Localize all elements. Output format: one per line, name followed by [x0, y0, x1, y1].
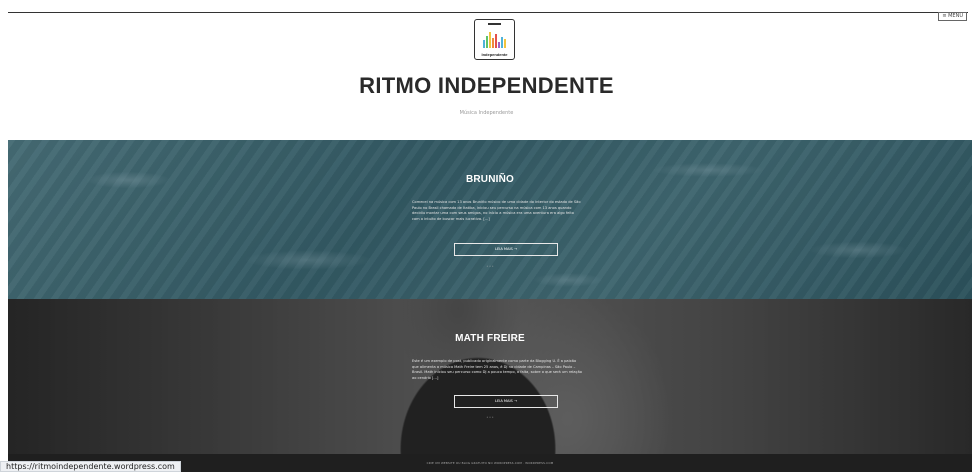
post-card-bruninho: BRUNIÑO Comecei na música com 13 anos Br…	[8, 140, 972, 299]
top-divider	[8, 12, 968, 13]
browser-status-url: https://ritmoindependente.wordpress.com	[0, 461, 181, 472]
menu-button[interactable]: ≡ MENU	[938, 12, 967, 21]
post-title[interactable]: BRUNIÑO	[8, 174, 972, 185]
post-title[interactable]: MATH FREIRE	[8, 333, 972, 344]
read-more-button[interactable]: LEIA MAIS →	[454, 395, 558, 408]
logo-text: Independente	[481, 52, 508, 57]
site-title[interactable]: RITMO INDEPENDENTE	[0, 73, 973, 99]
site-logo[interactable]: Independente	[474, 19, 515, 60]
post-excerpt: Comecei na música com 13 anos Bruniño mú…	[412, 200, 581, 221]
post-card-math-freire: MATH FREIRE Este é um exemplo de post, p…	[8, 299, 972, 454]
equalizer-icon	[483, 30, 507, 48]
read-more-button[interactable]: LEIA MAIS →	[454, 243, 558, 256]
post-header: BRUNIÑO	[8, 174, 972, 185]
post-excerpt: Este é um exemplo de post, publicado ori…	[412, 359, 583, 380]
logo-cap-icon	[488, 23, 501, 25]
site-tagline: Música Independente	[459, 110, 514, 116]
post-separator: • • •	[486, 264, 494, 268]
post-header: MATH FREIRE	[8, 333, 972, 344]
post-separator: • • •	[486, 415, 494, 419]
